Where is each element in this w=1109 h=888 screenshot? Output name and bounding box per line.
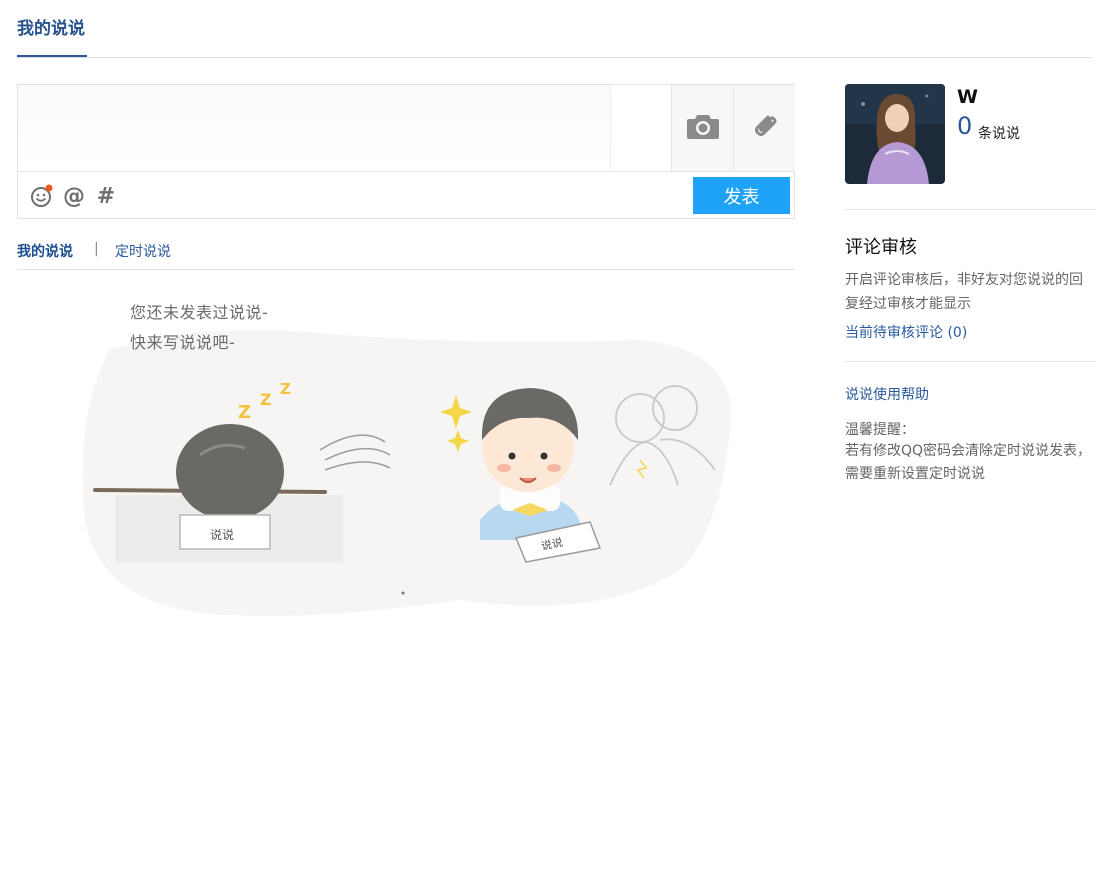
subtab-my-posts[interactable]: 我的说说 [17,241,73,261]
comment-review-title: 评论审核 [845,237,917,258]
svg-text:Z: Z [260,390,272,409]
empty-state-text-1: 您还未发表过说说- [130,303,269,322]
emoji-icon[interactable] [30,184,54,208]
help-link[interactable]: 说说使用帮助 [845,384,929,404]
publish-button[interactable]: 发表 [693,177,790,214]
svg-text:Z: Z [238,402,251,423]
upload-photo-button[interactable] [671,85,733,171]
svg-text:说说: 说说 [210,527,234,542]
header-divider [17,57,1092,58]
subtab-divider [17,269,795,270]
hash-icon[interactable]: # [94,184,118,209]
empty-state-text-2: 快来写说说吧- [130,333,236,352]
sidebar-divider-1 [845,209,1095,210]
tip-title: 温馨提醒： [845,422,915,438]
username: W [957,86,978,108]
composer-toolbar: @ # 发表 [18,171,794,219]
sidebar-divider-2 [845,361,1095,362]
subtab-separator: | [94,241,99,257]
camera-icon [686,113,719,143]
add-link-button[interactable] [733,85,795,171]
tip-body: 若有修改QQ密码会清除定时说说发表，需要重新设置定时说说 [845,443,1092,482]
link-icon [750,111,780,145]
pending-review-link[interactable]: 当前待审核评论 (0) [845,322,967,342]
svg-text:Z: Z [280,380,291,398]
avatar[interactable] [845,84,945,184]
tab-my-shuoshuo[interactable]: 我的说说 [17,14,85,39]
post-count-label: 条说说 [978,126,1020,142]
composer: @ # 发表 [17,84,795,219]
at-icon[interactable]: @ [62,184,86,209]
post-count: 0 [957,112,973,140]
post-textarea[interactable] [18,85,611,171]
comment-review-description: 开启评论审核后，非好友对您说说的回复经过审核才能显示 [845,272,1083,312]
subtab-scheduled-posts[interactable]: 定时说说 [115,241,171,261]
